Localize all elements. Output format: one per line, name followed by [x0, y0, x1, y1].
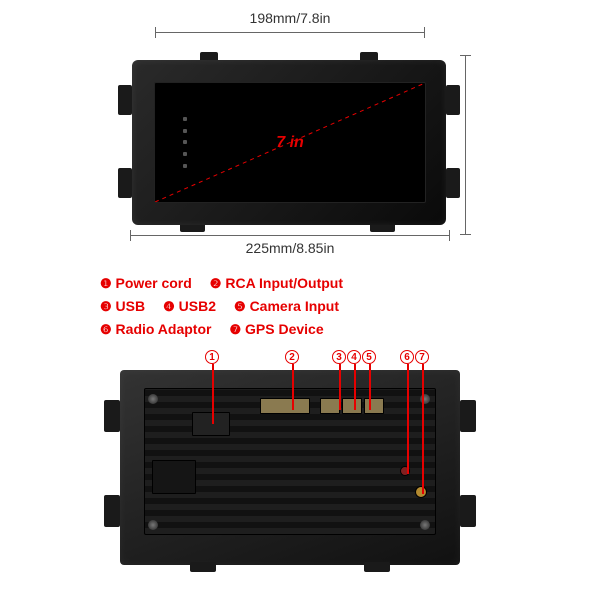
legend-item-2: ❷ RCA Input/Output	[210, 272, 343, 295]
dimension-bottom-line	[130, 235, 450, 236]
front-view-section: 198mm/7.8in 225mm/8.85in 130mm/5.11in 7 …	[0, 10, 600, 280]
diagonal-label: 7 in	[276, 134, 304, 152]
mount-tab	[460, 495, 476, 527]
callout-line	[369, 364, 371, 410]
strip-dot	[183, 140, 187, 144]
callout-6: 6	[400, 350, 414, 364]
legend-item-6: ❻ Radio Adaptor	[100, 318, 211, 341]
screw	[148, 520, 158, 530]
callout-line	[354, 364, 356, 410]
port-legend: ❶ Power cord ❷ RCA Input/Output ❸ USB ❹ …	[100, 272, 520, 340]
mount-tab	[190, 562, 216, 572]
rear-module	[152, 460, 196, 494]
mount-tab	[104, 495, 120, 527]
head-unit-rear	[120, 370, 460, 565]
dimension-top-line	[155, 32, 425, 33]
screw	[148, 394, 158, 404]
legend-item-4: ❹ USB2	[163, 295, 216, 318]
callout-line	[212, 364, 214, 424]
legend-item-3: ❸ USB	[100, 295, 145, 318]
port-power-cord	[192, 412, 230, 436]
strip-dot	[183, 152, 187, 156]
legend-item-5: ❺ Camera Input	[234, 295, 339, 318]
side-icon-strip	[183, 113, 193, 172]
head-unit-front: 7 in	[132, 60, 446, 225]
callout-7: 7	[415, 350, 429, 364]
callout-1: 1	[205, 350, 219, 364]
display-screen: 7 in	[154, 82, 426, 203]
port-gps	[415, 486, 427, 498]
dimension-right-line	[465, 55, 466, 235]
dimension-right-label: 130mm/5.11in	[475, 40, 600, 240]
screw	[420, 520, 430, 530]
legend-item-7: ❼ GPS Device	[229, 318, 323, 341]
callout-5: 5	[362, 350, 376, 364]
mount-tab	[446, 168, 460, 198]
port-usb2	[342, 398, 362, 414]
callout-2: 2	[285, 350, 299, 364]
callout-3: 3	[332, 350, 346, 364]
port-rca	[260, 398, 310, 414]
dimension-top-label: 198mm/7.8in	[155, 10, 425, 26]
strip-dot	[183, 117, 187, 121]
callout-line	[407, 364, 409, 474]
mount-tab	[104, 400, 120, 432]
legend-item-1: ❶ Power cord	[100, 272, 192, 295]
strip-dot	[183, 129, 187, 133]
callout-line	[422, 364, 424, 494]
mount-tab	[446, 85, 460, 115]
mount-tab	[118, 85, 132, 115]
mount-tab	[460, 400, 476, 432]
mount-tab	[364, 562, 390, 572]
mount-tab	[118, 168, 132, 198]
callout-4: 4	[347, 350, 361, 364]
dimension-bottom-label: 225mm/8.85in	[130, 240, 450, 256]
port-radio-adaptor	[400, 466, 410, 476]
callout-line	[339, 364, 341, 410]
callout-line	[292, 364, 294, 410]
port-usb	[320, 398, 340, 414]
strip-dot	[183, 164, 187, 168]
port-camera	[364, 398, 384, 414]
